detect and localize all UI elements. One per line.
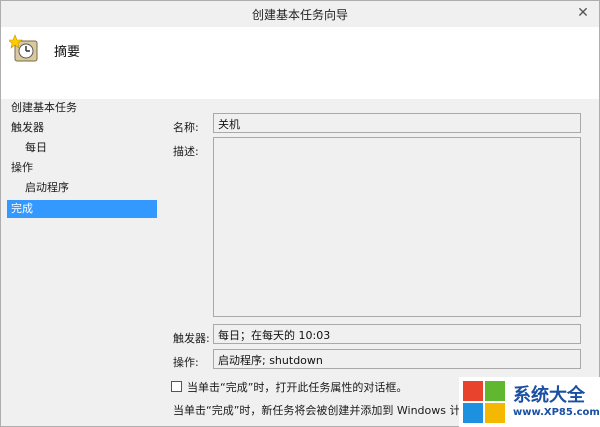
page-title: 摘要: [54, 45, 81, 60]
wizard-steps-sidebar: 创建基本任务 触发器 每日 操作 启动程序 完成: [1, 99, 161, 426]
wizard-header: 摘要: [1, 27, 599, 99]
trigger-field[interactable]: 每日；在每天的 10:03: [213, 324, 581, 344]
title-bar: 创建基本任务向导 ✕: [1, 1, 599, 27]
name-field[interactable]: 关机: [213, 113, 581, 133]
window-title: 创建基本任务向导: [251, 8, 348, 22]
open-properties-checkbox-label[interactable]: 当单击“完成”时，打开此任务属性的对话框。: [187, 379, 407, 395]
step-finish[interactable]: 完成: [7, 200, 157, 218]
site-watermark: 系统大全 www.XP85.com: [459, 377, 600, 427]
description-label: 描述:: [173, 145, 199, 158]
action-field[interactable]: 启动程序; shutdown: [213, 349, 581, 369]
trigger-label: 触发器:: [173, 332, 210, 345]
open-properties-checkbox[interactable]: [171, 381, 182, 392]
close-button[interactable]: ✕: [571, 3, 595, 23]
windows-logo-icon: [463, 381, 505, 423]
action-label: 操作:: [173, 356, 199, 369]
step-create-basic-task[interactable]: 创建基本任务: [7, 99, 157, 117]
name-label: 名称:: [173, 121, 199, 134]
finish-note: 当单击“完成”时，新任务将会被创建并添加到 Windows 计划中: [173, 404, 483, 417]
step-daily[interactable]: 每日: [7, 139, 157, 157]
watermark-text: 系统大全: [513, 385, 585, 406]
wizard-window: 创建基本任务向导 ✕ 摘要 创建基本任务 触发器 每日 操作 启动程序 完成 名…: [0, 0, 600, 427]
watermark-url: www.XP85.com: [513, 407, 600, 418]
step-start-program[interactable]: 启动程序: [7, 179, 157, 197]
scheduled-task-clock-icon: [9, 34, 38, 62]
description-field[interactable]: [213, 137, 581, 317]
step-trigger[interactable]: 触发器: [7, 119, 157, 137]
step-action[interactable]: 操作: [7, 159, 157, 177]
